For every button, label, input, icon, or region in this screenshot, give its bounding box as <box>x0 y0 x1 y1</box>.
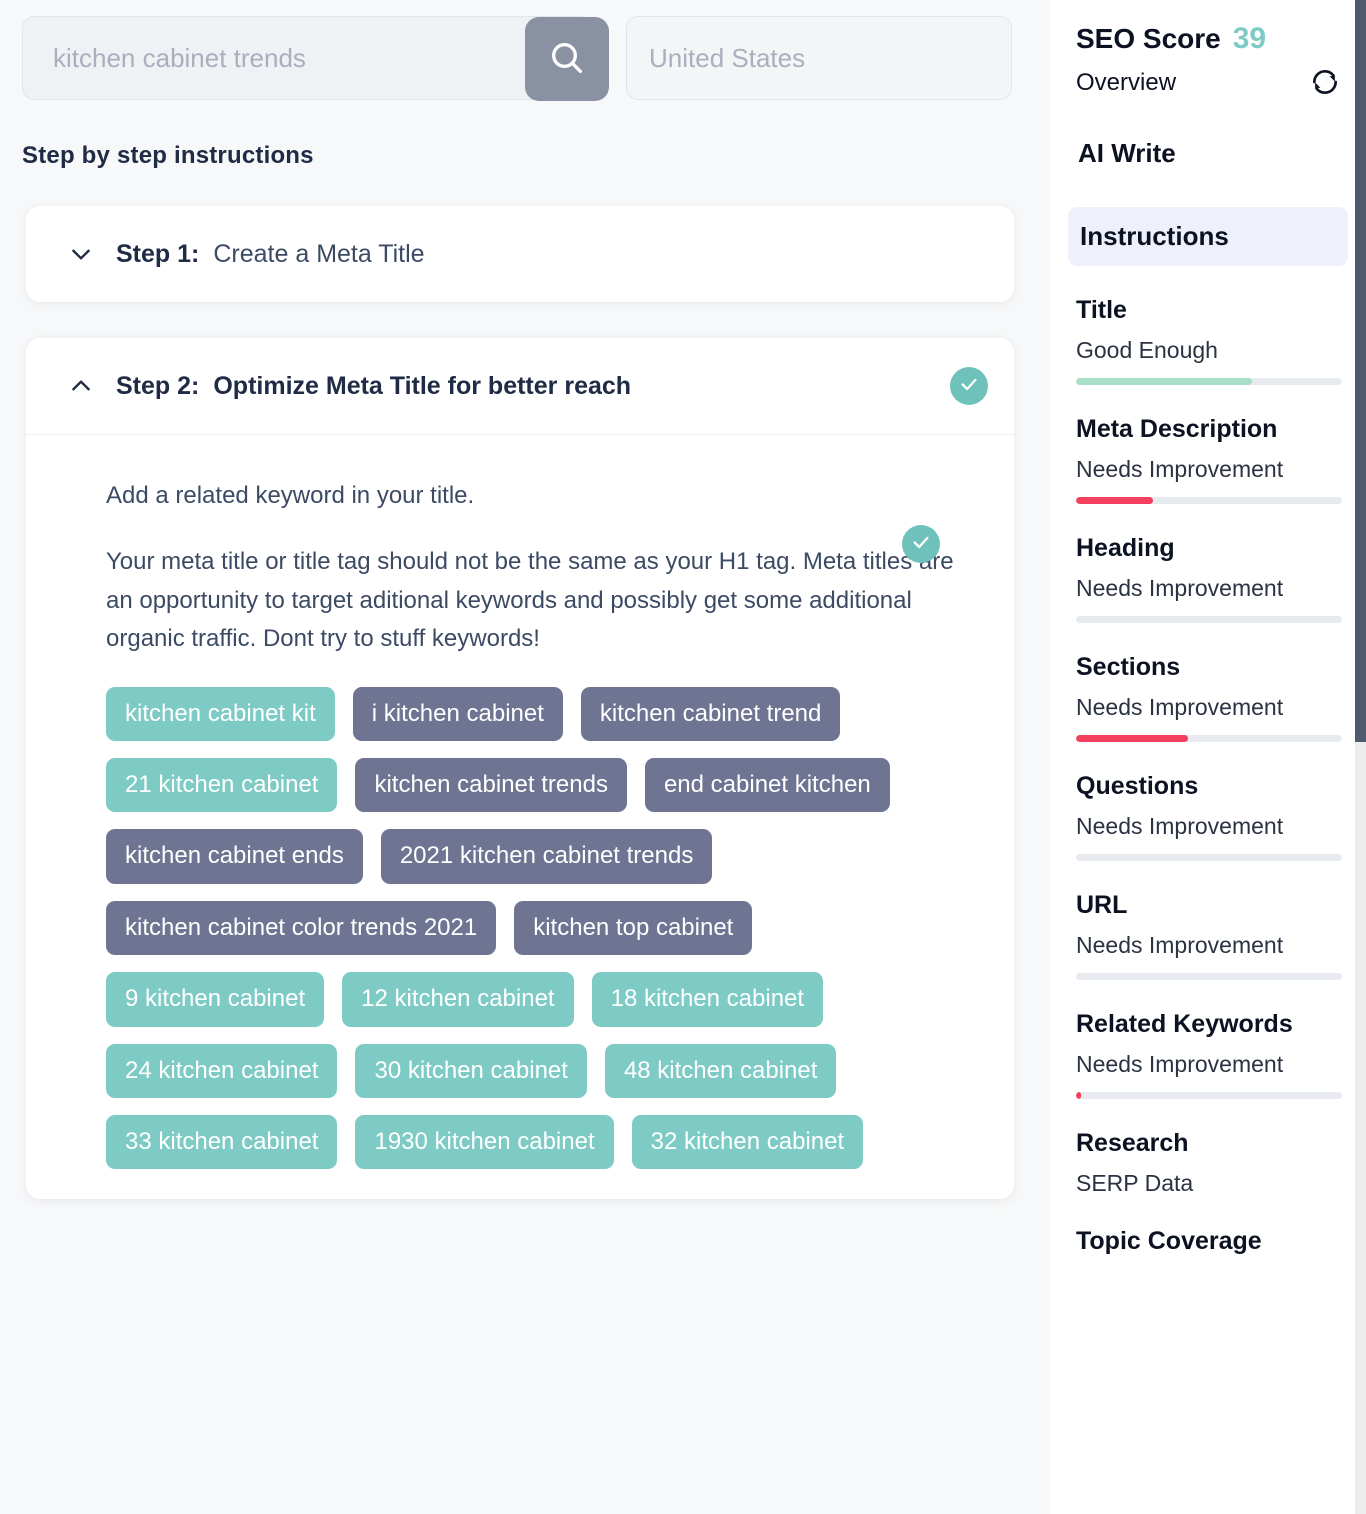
step-2-header[interactable]: Step 2: Optimize Meta Title for better r… <box>26 338 1014 434</box>
step-1-title: Create a Meta Title <box>213 240 424 269</box>
seo-score-header: SEO Score 39 <box>1076 22 1342 56</box>
keyword-chip[interactable]: 30 kitchen cabinet <box>355 1044 586 1098</box>
chevron-down-icon[interactable] <box>68 241 94 267</box>
step-1-label: Step 1: <box>116 240 199 269</box>
paragraph-completed-badge <box>902 525 940 563</box>
metric-name: Meta Description <box>1076 415 1342 444</box>
country-select-field[interactable] <box>626 16 1012 100</box>
seo-metric[interactable]: Topic Coverage <box>1076 1227 1342 1256</box>
seo-metric[interactable]: Questions Needs Improvement <box>1076 772 1342 861</box>
seo-metric[interactable]: Title Good Enough <box>1076 296 1342 385</box>
keyword-chip[interactable]: kitchen top cabinet <box>514 901 752 955</box>
seo-metric[interactable]: Related Keywords Needs Improvement <box>1076 1010 1342 1099</box>
refresh-button[interactable] <box>1308 66 1342 100</box>
seo-metric[interactable]: Sections Needs Improvement <box>1076 653 1342 742</box>
seo-sidebar: SEO Score 39 Overview AI Write Instructi… <box>1050 0 1366 1514</box>
country-input[interactable] <box>627 28 1011 88</box>
step-2-body: Add a related keyword in your title. You… <box>26 434 1014 1199</box>
keyword-chip[interactable]: 18 kitchen cabinet <box>592 972 823 1026</box>
metric-status: Needs Improvement <box>1076 456 1342 483</box>
seo-metric[interactable]: Meta Description Needs Improvement <box>1076 415 1342 504</box>
keyword-chip[interactable]: 9 kitchen cabinet <box>106 972 324 1026</box>
check-icon <box>910 531 932 558</box>
sidebar-item-ai-write[interactable]: AI Write <box>1076 124 1342 183</box>
check-icon <box>958 373 980 400</box>
search-input[interactable] <box>23 28 493 88</box>
search-button[interactable] <box>525 17 609 101</box>
metric-status: Good Enough <box>1076 337 1342 364</box>
refresh-icon <box>1309 86 1341 101</box>
keyword-chip[interactable]: i kitchen cabinet <box>353 687 563 741</box>
metric-progress-bar <box>1076 854 1342 861</box>
metric-progress-fill <box>1076 1092 1081 1099</box>
seo-metric[interactable]: Research SERP Data <box>1076 1129 1342 1197</box>
step-2-title: Optimize Meta Title for better reach <box>213 372 631 401</box>
chevron-up-icon[interactable] <box>68 373 94 399</box>
step-2-label: Step 2: <box>116 372 199 401</box>
search-icon <box>547 38 587 81</box>
metric-name: Related Keywords <box>1076 1010 1342 1039</box>
metric-status: Needs Improvement <box>1076 1051 1342 1078</box>
metric-progress-bar <box>1076 735 1342 742</box>
metric-status: Needs Improvement <box>1076 694 1342 721</box>
app-root: Step by step instructions Step 1: Create… <box>0 0 1366 1514</box>
keyword-chip[interactable]: 2021 kitchen cabinet trends <box>381 829 713 883</box>
step-2-paragraph-1: Add a related keyword in your title. <box>106 477 956 515</box>
keyword-chip[interactable]: 24 kitchen cabinet <box>106 1044 337 1098</box>
keyword-chip[interactable]: 33 kitchen cabinet <box>106 1115 337 1169</box>
sidebar-scrollbar-track[interactable] <box>1355 0 1366 1514</box>
step-1-header[interactable]: Step 1: Create a Meta Title <box>26 206 1014 302</box>
seo-score-label: SEO Score <box>1076 23 1221 55</box>
metric-name: Heading <box>1076 534 1342 563</box>
page-title: Step by step instructions <box>22 142 1050 170</box>
metric-status: SERP Data <box>1076 1170 1342 1197</box>
main-content: Step by step instructions Step 1: Create… <box>0 0 1050 1514</box>
metric-name: Sections <box>1076 653 1342 682</box>
metric-name: Topic Coverage <box>1076 1227 1342 1256</box>
metric-name: Title <box>1076 296 1342 325</box>
metric-progress-bar <box>1076 973 1342 980</box>
metric-progress-bar <box>1076 497 1342 504</box>
keyword-chip[interactable]: kitchen cabinet ends <box>106 829 363 883</box>
sidebar-item-instructions[interactable]: Instructions <box>1068 207 1348 266</box>
keyword-chip[interactable]: end cabinet kitchen <box>645 758 890 812</box>
keyword-chip[interactable]: 32 kitchen cabinet <box>632 1115 863 1169</box>
metric-name: Research <box>1076 1129 1342 1158</box>
seo-metric[interactable]: Heading Needs Improvement <box>1076 534 1342 623</box>
metric-status: Needs Improvement <box>1076 932 1342 959</box>
keyword-chip[interactable]: 21 kitchen cabinet <box>106 758 337 812</box>
keyword-chip-list: kitchen cabinet kit i kitchen cabinet kitc… <box>106 687 968 1170</box>
step-2-completed-badge <box>950 367 988 405</box>
metric-progress-fill <box>1076 735 1188 742</box>
seo-metric[interactable]: URL Needs Improvement <box>1076 891 1342 980</box>
keyword-chip[interactable]: 1930 kitchen cabinet <box>355 1115 613 1169</box>
metric-status: Needs Improvement <box>1076 813 1342 840</box>
keyword-chip[interactable]: kitchen cabinet color trends 2021 <box>106 901 496 955</box>
keyword-chip[interactable]: 48 kitchen cabinet <box>605 1044 836 1098</box>
metric-progress-bar <box>1076 1092 1342 1099</box>
metric-progress-bar <box>1076 616 1342 623</box>
step-card-1: Step 1: Create a Meta Title <box>26 206 1014 302</box>
metric-name: URL <box>1076 891 1342 920</box>
metric-status: Needs Improvement <box>1076 575 1342 602</box>
metric-progress-fill <box>1076 378 1252 385</box>
metric-progress-bar <box>1076 378 1342 385</box>
sidebar-scrollbar-thumb[interactable] <box>1355 0 1366 742</box>
search-toolbar <box>0 0 1050 100</box>
metric-progress-fill <box>1076 497 1153 504</box>
keyword-chip[interactable]: 12 kitchen cabinet <box>342 972 573 1026</box>
seo-metric-list: Title Good Enough Meta Description Needs Im… <box>1076 296 1342 1256</box>
keyword-chip[interactable]: kitchen cabinet kit <box>106 687 335 741</box>
step-card-2: Step 2: Optimize Meta Title for better r… <box>26 338 1014 1199</box>
metric-name: Questions <box>1076 772 1342 801</box>
keyword-chip[interactable]: kitchen cabinet trend <box>581 687 840 741</box>
overview-row: Overview <box>1076 66 1342 100</box>
step-2-paragraph-2: Your meta title or title tag should not … <box>106 543 956 658</box>
keyword-search-field[interactable] <box>22 16 592 100</box>
seo-score-value: 39 <box>1233 22 1266 56</box>
keyword-chip[interactable]: kitchen cabinet trends <box>355 758 626 812</box>
overview-label: Overview <box>1076 69 1176 97</box>
